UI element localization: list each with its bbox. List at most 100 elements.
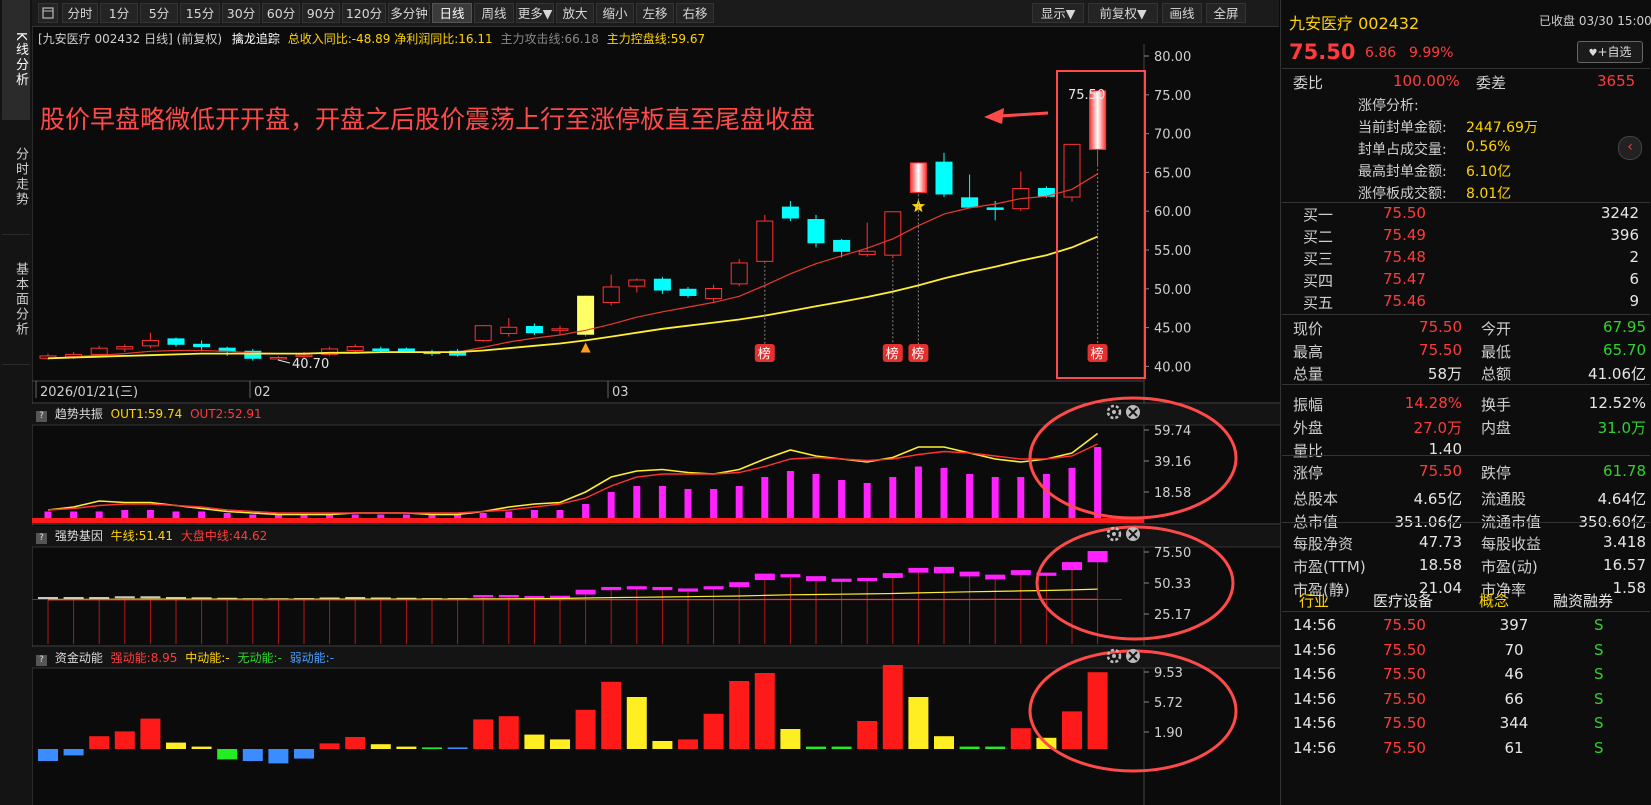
panel1-close-icon[interactable] (1126, 405, 1140, 419)
panel3-bar (217, 749, 238, 760)
bid-label: 买二 (1303, 228, 1334, 246)
weibi-label: 委比 (1293, 74, 1324, 92)
list-tag-label: 榜 (911, 346, 924, 362)
panel1-bar (121, 510, 129, 519)
sector-tab-1[interactable]: 医疗设备 (1373, 590, 1433, 611)
tick-volume: 61 (1504, 738, 1524, 757)
panel2-block (140, 596, 161, 599)
panel-strong-gene (32, 526, 1280, 647)
sector-tab-0[interactable]: 行业 (1299, 590, 1329, 611)
period-button-10[interactable]: 周线 (474, 3, 514, 23)
panel3-bar (473, 719, 494, 749)
tick-time: 14:56 (1293, 665, 1337, 683)
panel3-bar (422, 747, 442, 749)
panel2-block (831, 578, 852, 582)
adjust-dropdown[interactable]: 前复权▼ (1088, 3, 1158, 23)
stat-label: 每股净资 (1293, 535, 1354, 554)
panel1-bar (838, 480, 846, 519)
stat-value: 41.06亿 (1588, 365, 1646, 384)
period-button-7[interactable]: 120分 (342, 3, 386, 23)
toolbar: 分时 1分 5分 15分 30分 60分 90分 120分 多分钟 日线 周线 更多▼ 放大 缩小 左移 右移… (32, 0, 1279, 27)
tick-price: 75.50 (1383, 689, 1426, 708)
bid-row[interactable]: 买三 75.48 2 (1281, 248, 1651, 270)
period-button-1[interactable]: 1分 (100, 3, 138, 23)
list-tag-label: 榜 (758, 346, 771, 362)
collapse-panel-icon[interactable]: ‹ (1618, 136, 1642, 160)
panel1-axis-label: 18.58 (1154, 486, 1191, 501)
candle-body (90, 347, 108, 355)
panel2-block (729, 582, 750, 587)
period-button-0[interactable]: 分时 (62, 3, 98, 23)
panel3-bar (114, 731, 135, 749)
period-button-11[interactable]: 更多▼ (516, 3, 554, 23)
price-axis-label: 55.00 (1154, 244, 1191, 259)
period-button-4[interactable]: 30分 (222, 3, 260, 23)
panel1-bar (940, 468, 948, 519)
panel2-axis-label: 25.17 (1154, 608, 1191, 623)
quote-status: 已收盘 03/30 15:00 (1539, 14, 1651, 28)
panel2-block (1062, 562, 1082, 571)
panel1-help-icon[interactable]: ? (36, 411, 47, 422)
bid-row[interactable]: 买四 75.47 6 (1281, 270, 1651, 292)
display-dropdown[interactable]: 显示▼ (1032, 3, 1084, 23)
tab-fundamentals[interactable]: 基本面分析 (2, 235, 30, 365)
list-tags: 榜榜榜榜 (754, 168, 1108, 362)
panel3-bar (140, 718, 161, 749)
price-axis-label: 40.00 (1154, 360, 1191, 375)
weibi-value: 100.00% (1393, 72, 1460, 90)
period-button-12[interactable]: 放大 (556, 3, 594, 23)
period-button-8[interactable]: 多分钟 (388, 3, 430, 23)
tick-volume: 397 (1499, 616, 1529, 634)
panel2-header: ? 强势基因 牛线:51.41 大盘中线:44.62 (36, 527, 267, 544)
stat-value: 14.28% (1404, 394, 1462, 413)
panel1-bar (70, 511, 78, 519)
price-axis-label: 50.00 (1154, 283, 1191, 298)
sector-tab-2[interactable]: 概念 (1479, 590, 1509, 611)
price-axis-label: 75.00 (1154, 89, 1191, 104)
stat-value: 75.50 (1419, 318, 1462, 336)
panel3-close-icon[interactable] (1126, 649, 1140, 663)
tick-side: S (1594, 714, 1604, 732)
fullscreen-button[interactable]: 全屏 (1206, 3, 1246, 23)
period-button-13[interactable]: 缩小 (596, 3, 634, 23)
stat-value: 1.58 (1612, 578, 1646, 597)
stat-label: 总量 (1293, 365, 1324, 384)
panel3-help-icon[interactable]: ? (36, 655, 47, 666)
stat-value: 67.95 (1603, 318, 1646, 336)
period-button-9[interactable]: 日线 (432, 3, 472, 23)
sector-tab-3[interactable]: 融资融券 (1553, 590, 1613, 611)
period-button-3[interactable]: 15分 (180, 3, 220, 23)
candle-body (909, 162, 927, 193)
panel2-close-icon[interactable] (1126, 527, 1140, 541)
panel1-title: 趋势共振 (54, 407, 103, 421)
period-button-6[interactable]: 90分 (302, 3, 340, 23)
panel3-bar (89, 736, 110, 749)
period-button-5[interactable]: 60分 (262, 3, 300, 23)
panel2-help-icon[interactable]: ? (36, 533, 47, 544)
bid-row[interactable]: 买五 75.46 9 (1281, 292, 1651, 314)
panel2-block (652, 586, 673, 591)
draw-line-button[interactable]: 画线 (1162, 3, 1202, 23)
tick-volume: 46 (1504, 665, 1524, 683)
period-button-2[interactable]: 5分 (140, 3, 178, 23)
price-axis-label: 80.00 (1154, 50, 1191, 65)
bid-row[interactable]: 买一 75.50 3242 (1281, 204, 1651, 226)
add-favorite-button[interactable]: ♥+自选 (1577, 41, 1643, 63)
candle-body (269, 356, 287, 360)
tab-kline-analysis[interactable]: K线分析 (2, 0, 30, 120)
tab-intraday[interactable]: 分时走势 (2, 120, 30, 235)
period-button-15[interactable]: 右移 (676, 3, 714, 23)
period-button-14[interactable]: 左移 (636, 3, 674, 23)
collapse-icon[interactable] (38, 3, 58, 23)
quote-stock-name: 九安医疗 002432 (1289, 14, 1420, 33)
stat-label: 最低 (1481, 342, 1512, 361)
panel3-axis-label: 9.53 (1154, 666, 1183, 681)
panel1-bar (812, 474, 820, 519)
panel1-bar (633, 486, 641, 519)
bid-row[interactable]: 买二 75.49 396 (1281, 226, 1651, 248)
panel1-bar (914, 466, 922, 519)
panel3-axis: 9.53 5.72 1.90 (1144, 666, 1183, 741)
panel1-bar (1068, 468, 1076, 519)
panel3-bar (319, 743, 340, 749)
panel1-bar (761, 477, 769, 519)
